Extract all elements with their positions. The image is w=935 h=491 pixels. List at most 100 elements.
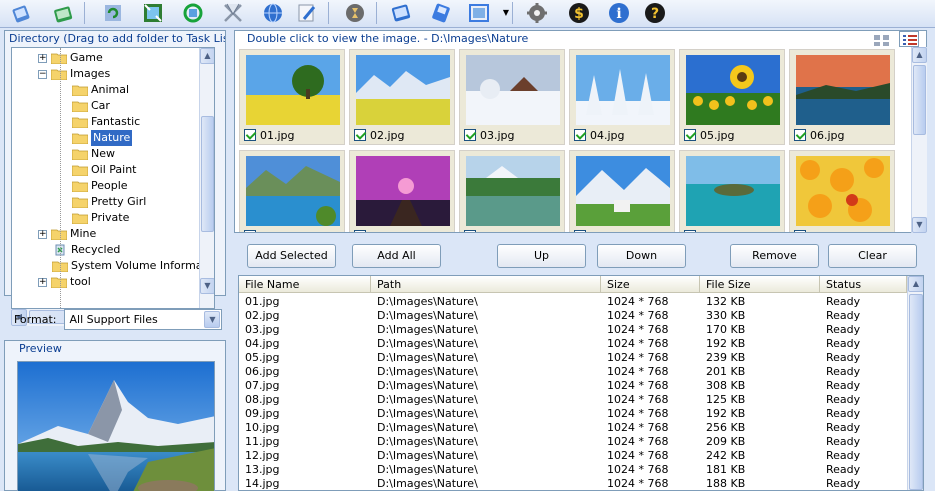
add-selected-button[interactable]: Add Selected: [247, 244, 336, 268]
tree-item[interactable]: People: [72, 178, 128, 194]
table-row[interactable]: 06.jpg D:\Images\Nature\ 1024 * 768 201 KB R…: [239, 365, 907, 379]
thumbnail-image[interactable]: [796, 156, 890, 226]
thumbnail-image[interactable]: [466, 156, 560, 226]
thumbnail-image[interactable]: [356, 55, 450, 125]
thumbnail-checkbox[interactable]: [794, 230, 806, 232]
thumbnail-item[interactable]: 06.jpg: [789, 49, 895, 145]
thumbnail-scrollbar[interactable]: ▲ ▼: [911, 47, 927, 233]
thumbnail-checkbox[interactable]: [464, 230, 476, 232]
thumbnail-item[interactable]: 01.jpg: [239, 49, 345, 145]
table-scrollbar[interactable]: ▲: [907, 276, 923, 490]
tree-item[interactable]: New: [72, 146, 115, 162]
thumbnail-item[interactable]: 10.jpg: [569, 150, 675, 232]
tree-item[interactable]: Car: [72, 98, 110, 114]
table-row[interactable]: 07.jpg D:\Images\Nature\ 1024 * 768 308 KB R…: [239, 379, 907, 393]
column-header[interactable]: File Size: [700, 276, 820, 293]
tree-item[interactable]: Recycled: [52, 242, 120, 258]
thumbnail-checkbox[interactable]: [794, 129, 806, 141]
tree-item[interactable]: Animal: [72, 82, 129, 98]
collapse-icon[interactable]: −: [38, 69, 47, 79]
column-header[interactable]: Status: [820, 276, 907, 293]
thumbnail-item[interactable]: 03.jpg: [459, 49, 565, 145]
scroll-down-arrow[interactable]: ▼: [200, 278, 214, 294]
table-row[interactable]: 05.jpg D:\Images\Nature\ 1024 * 768 239 KB R…: [239, 351, 907, 365]
tree-item[interactable]: Oil Paint: [72, 162, 137, 178]
table-row[interactable]: 14.jpg D:\Images\Nature\ 1024 * 768 188 KB R…: [239, 477, 907, 490]
thumbnail-image[interactable]: [576, 55, 670, 125]
tree-item[interactable]: Nature: [72, 130, 133, 146]
tree-item[interactable]: + Mine: [38, 226, 96, 242]
thumbnail-checkbox[interactable]: [244, 129, 256, 141]
directory-tree[interactable]: + Game − Images Animal Car Fantastic Nature New O…: [11, 47, 215, 309]
table-row[interactable]: 13.jpg D:\Images\Nature\ 1024 * 768 181 KB R…: [239, 463, 907, 477]
expand-icon[interactable]: +: [38, 229, 47, 239]
tree-item[interactable]: Pretty Girl: [72, 194, 146, 210]
thumbnail-item[interactable]: 02.jpg: [349, 49, 455, 145]
format-select[interactable]: All Support Files ▼: [64, 308, 223, 330]
thumbnail-item[interactable]: 09.jpg: [459, 150, 565, 232]
thumbnail-image[interactable]: [466, 55, 560, 125]
task-list-table[interactable]: File Name Path Size File Size Status 01.jpg D…: [238, 275, 924, 491]
tree-item[interactable]: Private: [72, 210, 129, 226]
thumbnail-checkbox[interactable]: [464, 129, 476, 141]
tree-item[interactable]: + tool: [38, 274, 91, 290]
down-button[interactable]: Down: [597, 244, 686, 268]
thumbnail-checkbox[interactable]: [354, 129, 366, 141]
scroll-up-arrow[interactable]: ▲: [908, 276, 923, 292]
scroll-up-arrow[interactable]: ▲: [912, 47, 927, 63]
thumbnail-item[interactable]: 04.jpg: [569, 49, 675, 145]
open-button[interactable]: [384, 0, 418, 25]
thumbnail-view-icon[interactable]: [871, 31, 891, 47]
timer-button[interactable]: [338, 0, 372, 25]
help-button[interactable]: ?: [638, 0, 672, 25]
table-row[interactable]: 09.jpg D:\Images\Nature\ 1024 * 768 192 KB R…: [239, 407, 907, 421]
table-row[interactable]: 11.jpg D:\Images\Nature\ 1024 * 768 209 KB R…: [239, 435, 907, 449]
display-button[interactable]: [462, 0, 496, 25]
thumbnail-image[interactable]: [686, 156, 780, 226]
crop-button[interactable]: [216, 0, 250, 25]
add-all-button[interactable]: Add All: [352, 244, 441, 268]
globe-button[interactable]: [256, 0, 290, 25]
thumbnail-checkbox[interactable]: [574, 230, 586, 232]
thumbnail-checkbox[interactable]: [684, 129, 696, 141]
tree-item[interactable]: Fantastic: [72, 114, 140, 130]
edit-button[interactable]: [290, 0, 324, 25]
thumbnail-checkbox[interactable]: [354, 230, 366, 232]
table-row[interactable]: 01.jpg D:\Images\Nature\ 1024 * 768 132 KB R…: [239, 295, 907, 309]
info-button[interactable]: i: [602, 0, 636, 25]
expand-icon[interactable]: +: [38, 53, 47, 63]
table-row[interactable]: 02.jpg D:\Images\Nature\ 1024 * 768 330 KB R…: [239, 309, 907, 323]
column-header[interactable]: File Name: [239, 276, 371, 293]
chevron-down-icon[interactable]: ▼: [500, 0, 512, 25]
scroll-thumb[interactable]: [909, 294, 923, 490]
thumbnail-checkbox[interactable]: [574, 129, 586, 141]
table-row[interactable]: 04.jpg D:\Images\Nature\ 1024 * 768 192 KB R…: [239, 337, 907, 351]
thumbnail-item[interactable]: 12.jpg: [789, 150, 895, 232]
up-button[interactable]: Up: [497, 244, 586, 268]
table-row[interactable]: 08.jpg D:\Images\Nature\ 1024 * 768 125 KB R…: [239, 393, 907, 407]
save-button[interactable]: [424, 0, 458, 25]
column-header[interactable]: Path: [371, 276, 601, 293]
table-row[interactable]: 10.jpg D:\Images\Nature\ 1024 * 768 256 KB R…: [239, 421, 907, 435]
thumbnail-item[interactable]: 08.jpg: [349, 150, 455, 232]
thumbnail-image[interactable]: [356, 156, 450, 226]
thumbnail-item[interactable]: 11.jpg: [679, 150, 785, 232]
thumbnail-image[interactable]: [796, 55, 890, 125]
chevron-down-icon[interactable]: ▼: [204, 310, 221, 328]
thumbnail-checkbox[interactable]: [684, 230, 696, 232]
scroll-thumb[interactable]: [201, 116, 214, 232]
thumbnail-image[interactable]: [246, 55, 340, 125]
resize-button[interactable]: [136, 0, 170, 25]
column-header[interactable]: Size: [601, 276, 700, 293]
thumbnail-image[interactable]: [576, 156, 670, 226]
refresh-button[interactable]: [96, 0, 130, 25]
scroll-down-arrow[interactable]: ▼: [912, 217, 927, 233]
list-view-icon[interactable]: [899, 31, 919, 47]
remove-button[interactable]: Remove: [730, 244, 819, 268]
table-row[interactable]: 12.jpg D:\Images\Nature\ 1024 * 768 242 KB R…: [239, 449, 907, 463]
thumbnail-image[interactable]: [246, 156, 340, 226]
expand-icon[interactable]: +: [38, 277, 47, 287]
scroll-thumb[interactable]: [913, 65, 926, 135]
tree-item[interactable]: System Volume Informatio: [52, 258, 214, 274]
thumbnail-item[interactable]: 07.jpg: [239, 150, 345, 232]
